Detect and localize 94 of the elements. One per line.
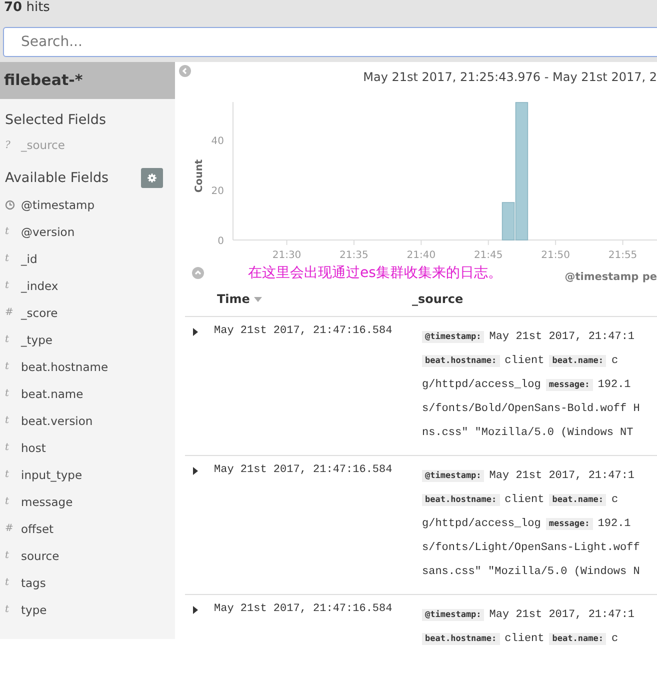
x-tick-label: 21:35 — [340, 250, 368, 261]
expand-caret-icon[interactable] — [193, 328, 198, 336]
field-key-label: beat.hostname: — [422, 494, 500, 506]
field-value: s/fonts/Light/OpenSans-Light.woff — [422, 542, 640, 554]
field-name[interactable]: tags — [21, 576, 46, 590]
field-value: s/fonts/Bold/OpenSans-Bold.woff H — [422, 403, 640, 415]
field-type-icon: t — [5, 604, 15, 615]
field-value: 192.1 — [598, 518, 631, 530]
field-key-label: @timestamp: — [422, 470, 484, 482]
field-value: client — [504, 355, 544, 367]
x-tick-label: 21:40 — [406, 250, 436, 261]
time-cell: May 21st 2017, 21:47:16.584 — [214, 464, 392, 476]
x-tick-label: 21:45 — [474, 250, 503, 261]
y-tick-label: 20 — [211, 186, 224, 197]
field-value: May 21st 2017, 21:47:1 — [489, 331, 635, 343]
x-tick-label: 21:55 — [608, 250, 638, 261]
field-type-icon: t — [5, 226, 15, 237]
field-value: May 21st 2017, 21:47:1 — [489, 609, 635, 621]
field-name[interactable]: _score — [21, 306, 58, 320]
field-type-icon: t — [5, 469, 15, 480]
field-type-icon: t — [5, 334, 15, 345]
collapse-up-icon[interactable] — [192, 267, 204, 279]
settings-icon — [147, 173, 157, 183]
field-name[interactable]: type — [21, 602, 47, 616]
field-name[interactable]: _type — [21, 332, 52, 346]
hit-count: 70 hits — [4, 0, 50, 15]
field-type-icon: t — [5, 280, 15, 291]
field-name[interactable]: host — [21, 440, 46, 454]
section-title: Available Fields — [5, 170, 109, 186]
field-value: sans.css" "Mozilla/5.0 (Windows N — [422, 566, 640, 578]
histogram-bar[interactable] — [515, 102, 528, 240]
column-header[interactable]: _source — [412, 292, 657, 306]
field-type-icon: t — [5, 361, 15, 372]
field-key-label: message: — [546, 379, 593, 391]
field-name[interactable]: _id — [21, 252, 38, 266]
field-type-icon: t — [5, 388, 15, 399]
field-type-icon: t — [5, 496, 15, 507]
field-name[interactable]: source — [21, 548, 60, 562]
field-name[interactable]: offset — [21, 522, 54, 536]
field-type-icon: # — [5, 307, 15, 318]
expand-caret-icon[interactable] — [193, 467, 198, 475]
column-header[interactable]: Time — [175, 292, 412, 306]
field-type-icon: ? — [5, 140, 15, 150]
y-tick-label: 40 — [211, 136, 224, 147]
index-pattern-title[interactable]: filebeat-* — [0, 62, 175, 99]
settings-button[interactable] — [141, 168, 163, 188]
field-type-icon: t — [5, 415, 15, 426]
expand-caret-icon[interactable] — [193, 606, 198, 614]
field-value: 192.1 — [598, 379, 631, 391]
y-axis-label: Count — [194, 159, 205, 193]
collapse-left-icon[interactable] — [179, 65, 191, 77]
time-cell: May 21st 2017, 21:47:16.584 — [214, 325, 392, 337]
field-value: client — [504, 633, 544, 645]
field-type-icon: t — [5, 253, 15, 264]
field-value: c — [611, 494, 618, 506]
clock-icon — [5, 200, 15, 210]
field-type-icon: t — [5, 550, 15, 561]
field-type-icon: t — [5, 577, 15, 588]
field-type-icon: # — [5, 523, 15, 534]
field-key-label: beat.name: — [549, 494, 606, 506]
time-range[interactable]: May 21st 2017, 21:25:43.976 - May 21st 2017, 2 — [363, 70, 657, 84]
field-value: c — [611, 633, 618, 645]
field-key-label: beat.hostname: — [422, 633, 500, 645]
sort-caret-icon[interactable] — [254, 296, 262, 302]
field-name[interactable]: beat.version — [21, 414, 93, 428]
field-key-label: message: — [546, 518, 593, 530]
field-key-label: beat.name: — [549, 355, 606, 367]
field-value: ns.css" "Mozilla/5.0 (Windows NT — [422, 427, 634, 439]
field-type-icon: t — [5, 442, 15, 453]
field-name[interactable]: input_type — [21, 468, 82, 482]
field-name[interactable]: _index — [21, 278, 58, 292]
field-key-label: beat.hostname: — [422, 355, 500, 367]
x-tick-label: 21:50 — [541, 250, 570, 261]
field-value: c — [611, 355, 618, 367]
section-title: Selected Fields — [5, 112, 106, 128]
time-cell: May 21st 2017, 21:47:16.584 — [214, 603, 392, 615]
x-axis-label: @timestamp pe — [564, 271, 657, 283]
field-name[interactable]: @version — [21, 224, 75, 238]
field-key-label: @timestamp: — [422, 609, 484, 621]
field-name[interactable]: message — [21, 494, 73, 508]
field-value: g/httpd/access_log — [422, 379, 541, 391]
annotation-text: 在这里会出现通过es集群收集来的日志。 — [248, 264, 502, 282]
field-value: g/httpd/access_log — [422, 518, 541, 530]
x-tick-label: 21:30 — [272, 250, 302, 261]
field-key-label: beat.name: — [549, 633, 606, 645]
histogram-bar[interactable] — [502, 202, 515, 240]
field-key-label: @timestamp: — [422, 331, 484, 343]
field-value: May 21st 2017, 21:47:1 — [489, 470, 635, 482]
field-name[interactable]: beat.name — [21, 386, 84, 400]
y-tick-label: 0 — [218, 236, 224, 247]
search-field[interactable]: Search... — [3, 27, 657, 57]
field-name[interactable]: @timestamp — [21, 198, 95, 212]
field-name[interactable]: beat.hostname — [21, 360, 108, 374]
field-value: client — [504, 494, 544, 506]
